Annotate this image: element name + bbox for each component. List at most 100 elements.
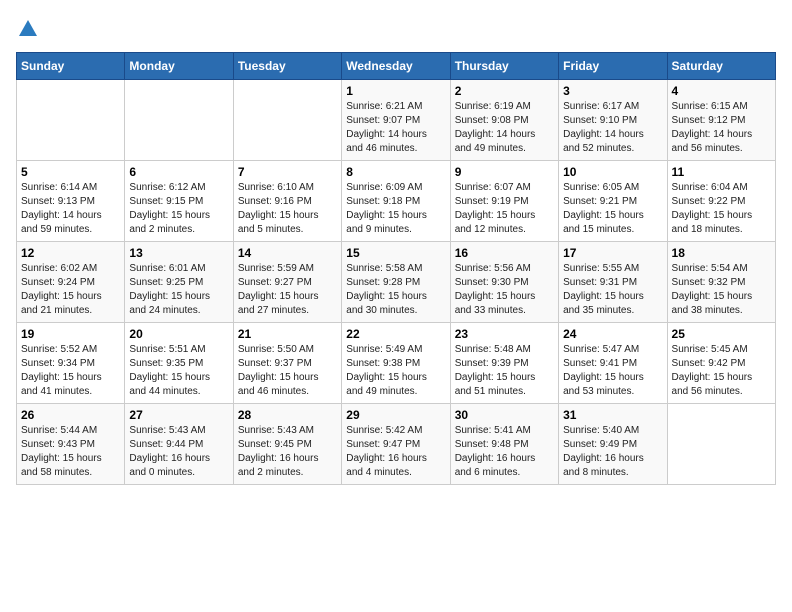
cell-line: Sunset: 9:48 PM [455, 438, 554, 452]
cell-line: Sunrise: 6:02 AM [21, 262, 120, 276]
day-number: 11 [672, 165, 771, 179]
cell-content: Sunrise: 5:44 AMSunset: 9:43 PMDaylight:… [21, 424, 120, 480]
day-number: 25 [672, 327, 771, 341]
cell-line: Sunrise: 5:51 AM [129, 343, 228, 357]
day-cell: 9 Sunrise: 6:07 AMSunset: 9:19 PMDaylight… [450, 161, 558, 242]
cell-line: Daylight: 15 hours and 15 minutes. [563, 209, 662, 237]
col-header-saturday: Saturday [667, 53, 775, 80]
cell-line: Daylight: 15 hours and 44 minutes. [129, 371, 228, 399]
cell-line: Daylight: 16 hours and 4 minutes. [346, 452, 445, 480]
cell-line: Sunset: 9:45 PM [238, 438, 337, 452]
cell-line: Daylight: 14 hours and 49 minutes. [455, 128, 554, 156]
cell-content: Sunrise: 5:47 AMSunset: 9:41 PMDaylight:… [563, 343, 662, 399]
cell-content: Sunrise: 5:55 AMSunset: 9:31 PMDaylight:… [563, 262, 662, 318]
cell-content: Sunrise: 5:58 AMSunset: 9:28 PMDaylight:… [346, 262, 445, 318]
cell-line: Daylight: 15 hours and 2 minutes. [129, 209, 228, 237]
cell-line: Sunset: 9:08 PM [455, 114, 554, 128]
cell-line: Daylight: 15 hours and 53 minutes. [563, 371, 662, 399]
cell-line: Sunset: 9:42 PM [672, 357, 771, 371]
day-number: 4 [672, 84, 771, 98]
day-number: 20 [129, 327, 228, 341]
col-header-friday: Friday [559, 53, 667, 80]
cell-line: Sunrise: 6:14 AM [21, 181, 120, 195]
cell-line: Sunset: 9:37 PM [238, 357, 337, 371]
cell-line: Sunrise: 5:56 AM [455, 262, 554, 276]
cell-line: Daylight: 16 hours and 0 minutes. [129, 452, 228, 480]
cell-line: Sunrise: 6:01 AM [129, 262, 228, 276]
day-cell: 20Sunrise: 5:51 AMSunset: 9:35 PMDayligh… [125, 323, 233, 404]
day-number: 10 [563, 165, 662, 179]
day-number: 7 [238, 165, 337, 179]
day-cell: 28Sunrise: 5:43 AMSunset: 9:45 PMDayligh… [233, 404, 341, 485]
day-cell: 31Sunrise: 5:40 AMSunset: 9:49 PMDayligh… [559, 404, 667, 485]
logo [16, 16, 41, 40]
day-number: 13 [129, 246, 228, 260]
day-cell: 4Sunrise: 6:15 AMSunset: 9:12 PMDaylight… [667, 80, 775, 161]
day-cell: 18Sunrise: 5:54 AMSunset: 9:32 PMDayligh… [667, 242, 775, 323]
day-cell: 14Sunrise: 5:59 AMSunset: 9:27 PMDayligh… [233, 242, 341, 323]
day-number: 3 [563, 84, 662, 98]
day-number: 2 [455, 84, 554, 98]
cell-line: Daylight: 16 hours and 8 minutes. [563, 452, 662, 480]
day-number: 17 [563, 246, 662, 260]
cell-line: Daylight: 14 hours and 52 minutes. [563, 128, 662, 156]
cell-line: Sunrise: 5:54 AM [672, 262, 771, 276]
day-number: 27 [129, 408, 228, 422]
cell-line: Sunset: 9:28 PM [346, 276, 445, 290]
cell-line: Sunrise: 6:17 AM [563, 100, 662, 114]
cell-line: Daylight: 15 hours and 12 minutes. [455, 209, 554, 237]
day-cell [667, 404, 775, 485]
day-number: 18 [672, 246, 771, 260]
logo-text [16, 16, 40, 40]
cell-content: Sunrise: 6:19 AMSunset: 9:08 PMDaylight:… [455, 100, 554, 156]
day-number: 29 [346, 408, 445, 422]
cell-line: Sunrise: 5:42 AM [346, 424, 445, 438]
cell-line: Sunrise: 5:45 AM [672, 343, 771, 357]
cell-line: Sunset: 9:25 PM [129, 276, 228, 290]
day-cell: 11 Sunrise: 6:04 AMSunset: 9:22 PMDayligh… [667, 161, 775, 242]
day-number: 24 [563, 327, 662, 341]
cell-content: Sunrise: 5:52 AMSunset: 9:34 PMDaylight:… [21, 343, 120, 399]
col-header-sunday: Sunday [17, 53, 125, 80]
day-number: 12 [21, 246, 120, 260]
cell-line: Sunrise: 6:15 AM [672, 100, 771, 114]
cell-line: Daylight: 15 hours and 49 minutes. [346, 371, 445, 399]
day-cell: 26Sunrise: 5:44 AMSunset: 9:43 PMDayligh… [17, 404, 125, 485]
cell-content: Sunrise: 6:10 AMSunset: 9:16 PMDaylight:… [238, 181, 337, 237]
cell-content: Sunrise: 6:09 AMSunset: 9:18 PMDaylight:… [346, 181, 445, 237]
col-header-tuesday: Tuesday [233, 53, 341, 80]
cell-line: Sunset: 9:16 PM [238, 195, 337, 209]
cell-content: Sunrise: 6:14 AMSunset: 9:13 PMDaylight:… [21, 181, 120, 237]
week-row-1: 1Sunrise: 6:21 AMSunset: 9:07 PMDaylight… [17, 80, 776, 161]
logo-icon [17, 18, 39, 40]
cell-line: Sunset: 9:12 PM [672, 114, 771, 128]
day-cell: 10Sunrise: 6:05 AMSunset: 9:21 PMDayligh… [559, 161, 667, 242]
cell-content: Sunrise: 5:48 AMSunset: 9:39 PMDaylight:… [455, 343, 554, 399]
cell-line: Sunrise: 5:43 AM [238, 424, 337, 438]
day-number: 19 [21, 327, 120, 341]
cell-content: Sunrise: 5:42 AMSunset: 9:47 PMDaylight:… [346, 424, 445, 480]
col-header-wednesday: Wednesday [342, 53, 450, 80]
cell-line: Sunset: 9:44 PM [129, 438, 228, 452]
day-number: 9 [455, 165, 554, 179]
day-number: 5 [21, 165, 120, 179]
day-cell: 29 Sunrise: 5:42 AMSunset: 9:47 PMDayligh… [342, 404, 450, 485]
cell-line: Sunset: 9:32 PM [672, 276, 771, 290]
cell-line: Sunset: 9:41 PM [563, 357, 662, 371]
cell-line: Daylight: 15 hours and 33 minutes. [455, 290, 554, 318]
day-cell: 23Sunrise: 5:48 AMSunset: 9:39 PMDayligh… [450, 323, 558, 404]
cell-content: Sunrise: 6:07 AMSunset: 9:19 PMDaylight:… [455, 181, 554, 237]
day-number: 14 [238, 246, 337, 260]
day-cell [17, 80, 125, 161]
cell-line: Sunrise: 5:43 AM [129, 424, 228, 438]
week-row-3: 12Sunrise: 6:02 AMSunset: 9:24 PMDayligh… [17, 242, 776, 323]
cell-content: Sunrise: 6:04 AMSunset: 9:22 PMDaylight:… [672, 181, 771, 237]
day-cell: 3Sunrise: 6:17 AMSunset: 9:10 PMDaylight… [559, 80, 667, 161]
day-cell [233, 80, 341, 161]
cell-line: Daylight: 15 hours and 21 minutes. [21, 290, 120, 318]
cell-line: Daylight: 16 hours and 2 minutes. [238, 452, 337, 480]
cell-line: Daylight: 15 hours and 35 minutes. [563, 290, 662, 318]
cell-line: Daylight: 15 hours and 46 minutes. [238, 371, 337, 399]
cell-line: Sunset: 9:31 PM [563, 276, 662, 290]
cell-line: Daylight: 14 hours and 46 minutes. [346, 128, 445, 156]
